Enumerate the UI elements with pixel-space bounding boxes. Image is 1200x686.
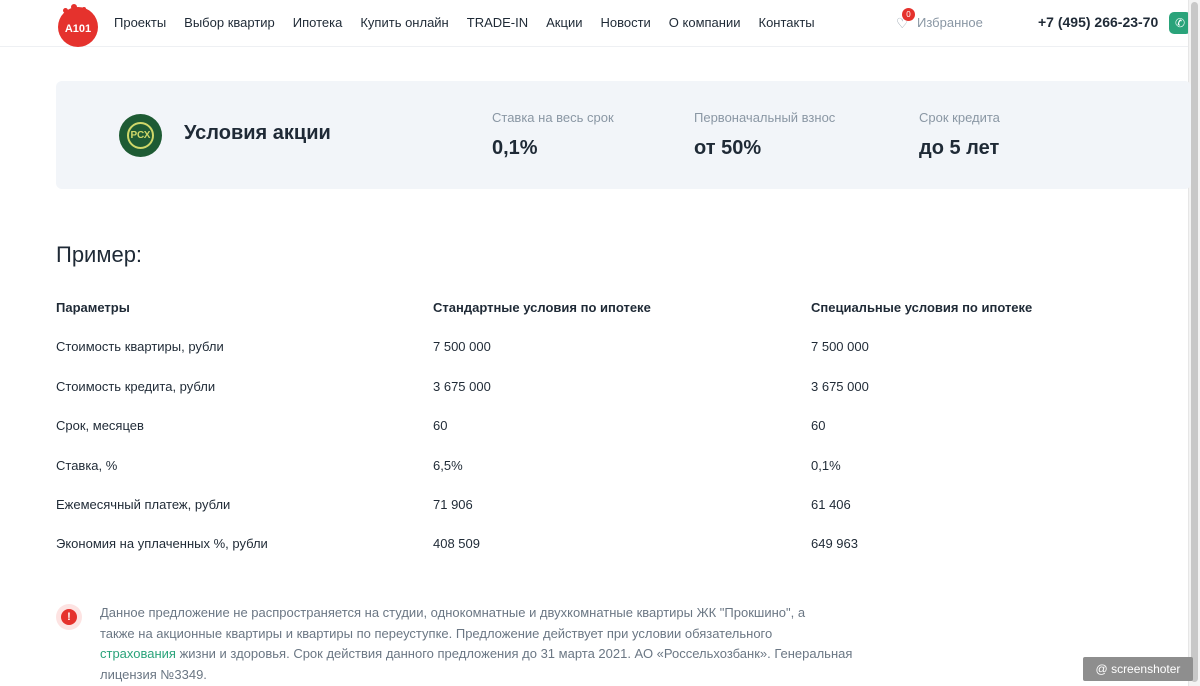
standard-value: 71 906	[433, 496, 473, 512]
notice-line: лицензия №3349.	[100, 666, 207, 682]
notice-line: Данное предложение не распространяется н…	[100, 605, 806, 620]
header-special: Специальные условия по ипотеке	[811, 300, 1033, 315]
standard-value: 3 675 000	[433, 378, 491, 394]
special-value: 61 406	[811, 496, 851, 512]
nav-about[interactable]: О компании	[669, 15, 741, 30]
table-row: Стоимость квартиры, рубли 7 500 000 7 50…	[56, 339, 1156, 378]
stat-label: Ставка на весь срок	[492, 110, 614, 125]
nav-mortgage[interactable]: Ипотека	[293, 15, 343, 30]
table-row: Ежемесячный платеж, рубли 71 906 61 406	[56, 497, 1156, 536]
special-value: 7 500 000	[811, 339, 869, 355]
table-row: Срок, месяцев 60 60	[56, 418, 1156, 457]
stat-value: до 5 лет	[919, 137, 1000, 159]
nav-promotions[interactable]: Акции	[546, 15, 582, 30]
stat-label: Первоначальный взнос	[694, 110, 836, 125]
stat-term: Срок кредита до 5 лет	[919, 110, 1000, 160]
header-standard: Стандартные условия по ипотеке	[433, 300, 651, 315]
standard-value: 6,5%	[433, 457, 463, 473]
disclaimer-notice: Данное предложение не распространяется н…	[100, 603, 880, 685]
promo-title: Условия акции	[184, 122, 331, 144]
favorites-label: Избранное	[917, 15, 983, 30]
screenshoter-watermark: @ screenshoter	[1083, 657, 1193, 681]
nav-contacts[interactable]: Контакты	[759, 15, 815, 30]
stat-down-payment: Первоначальный взнос от 50%	[694, 110, 835, 160]
wheat-icon: РСХ	[127, 122, 154, 149]
nav-news[interactable]: Новости	[600, 15, 650, 30]
special-value: 60	[811, 418, 826, 434]
comparison-table: Параметры Стандартные условия по ипотеке…	[56, 300, 1156, 576]
standard-value: 7 500 000	[433, 339, 491, 355]
table-row: Стоимость кредита, рубли 3 675 000 3 675…	[56, 379, 1156, 418]
favorites-link[interactable]: ♡ 0 Избранное	[896, 7, 983, 30]
logo-text: A101	[58, 7, 98, 47]
nav-apartments[interactable]: Выбор квартир	[184, 15, 275, 30]
example-title: Пример:	[56, 242, 143, 267]
favorites-count-badge: 0	[902, 7, 915, 21]
notice-line: также на акционные квартиры и квартиры п…	[100, 625, 773, 641]
stat-value: от 50%	[694, 137, 762, 159]
param-name: Срок, месяцев	[56, 418, 144, 434]
heart-icon: ♡ 0	[896, 7, 915, 30]
phone-number[interactable]: +7 (495) 266-23-70	[1038, 14, 1158, 30]
param-name: Стоимость кредита, рубли	[56, 378, 216, 394]
stat-label: Срок кредита	[919, 110, 1000, 125]
site-header: A101 Проекты Выбор квартир Ипотека Купит…	[0, 0, 1191, 47]
standard-value: 408 509	[433, 536, 480, 552]
nav-projects[interactable]: Проекты	[114, 15, 166, 30]
stat-value: 0,1%	[492, 137, 538, 159]
special-value: 649 963	[811, 536, 858, 552]
param-name: Стоимость квартиры, рубли	[56, 339, 224, 355]
rosselkhozbank-logo: РСХ	[119, 114, 162, 157]
param-name: Ежемесячный платеж, рубли	[56, 496, 231, 512]
special-value: 3 675 000	[811, 378, 869, 394]
stat-rate: Ставка на весь срок 0,1%	[492, 110, 614, 160]
special-value: 0,1%	[811, 457, 841, 473]
nav-buy-online[interactable]: Купить онлайн	[360, 15, 448, 30]
table-row: Ставка, % 6,5% 0,1%	[56, 458, 1156, 497]
header-parameters: Параметры	[56, 300, 130, 315]
insurance-link[interactable]: страхования	[100, 646, 176, 661]
notice-line: страхования жизни и здоровья. Срок дейст…	[100, 644, 880, 665]
promo-conditions-panel: РСХ Условия акции Ставка на весь срок 0,…	[56, 81, 1191, 189]
scrollbar-thumb[interactable]	[1191, 2, 1198, 682]
a101-logo[interactable]: A101	[58, 2, 98, 47]
table-header-row: Параметры Стандартные условия по ипотеке…	[56, 300, 1156, 339]
main-nav: Проекты Выбор квартир Ипотека Купить онл…	[114, 15, 833, 30]
nav-trade-in[interactable]: TRADE-IN	[467, 15, 528, 30]
notice-text: жизни и здоровья. Срок действия данного …	[175, 646, 853, 661]
info-icon: !	[56, 604, 82, 630]
standard-value: 60	[433, 418, 448, 434]
table-row: Экономия на уплаченных %, рубли 408 509 …	[56, 536, 1156, 575]
param-name: Экономия на уплаченных %, рубли	[56, 536, 268, 552]
param-name: Ставка, %	[56, 457, 118, 473]
